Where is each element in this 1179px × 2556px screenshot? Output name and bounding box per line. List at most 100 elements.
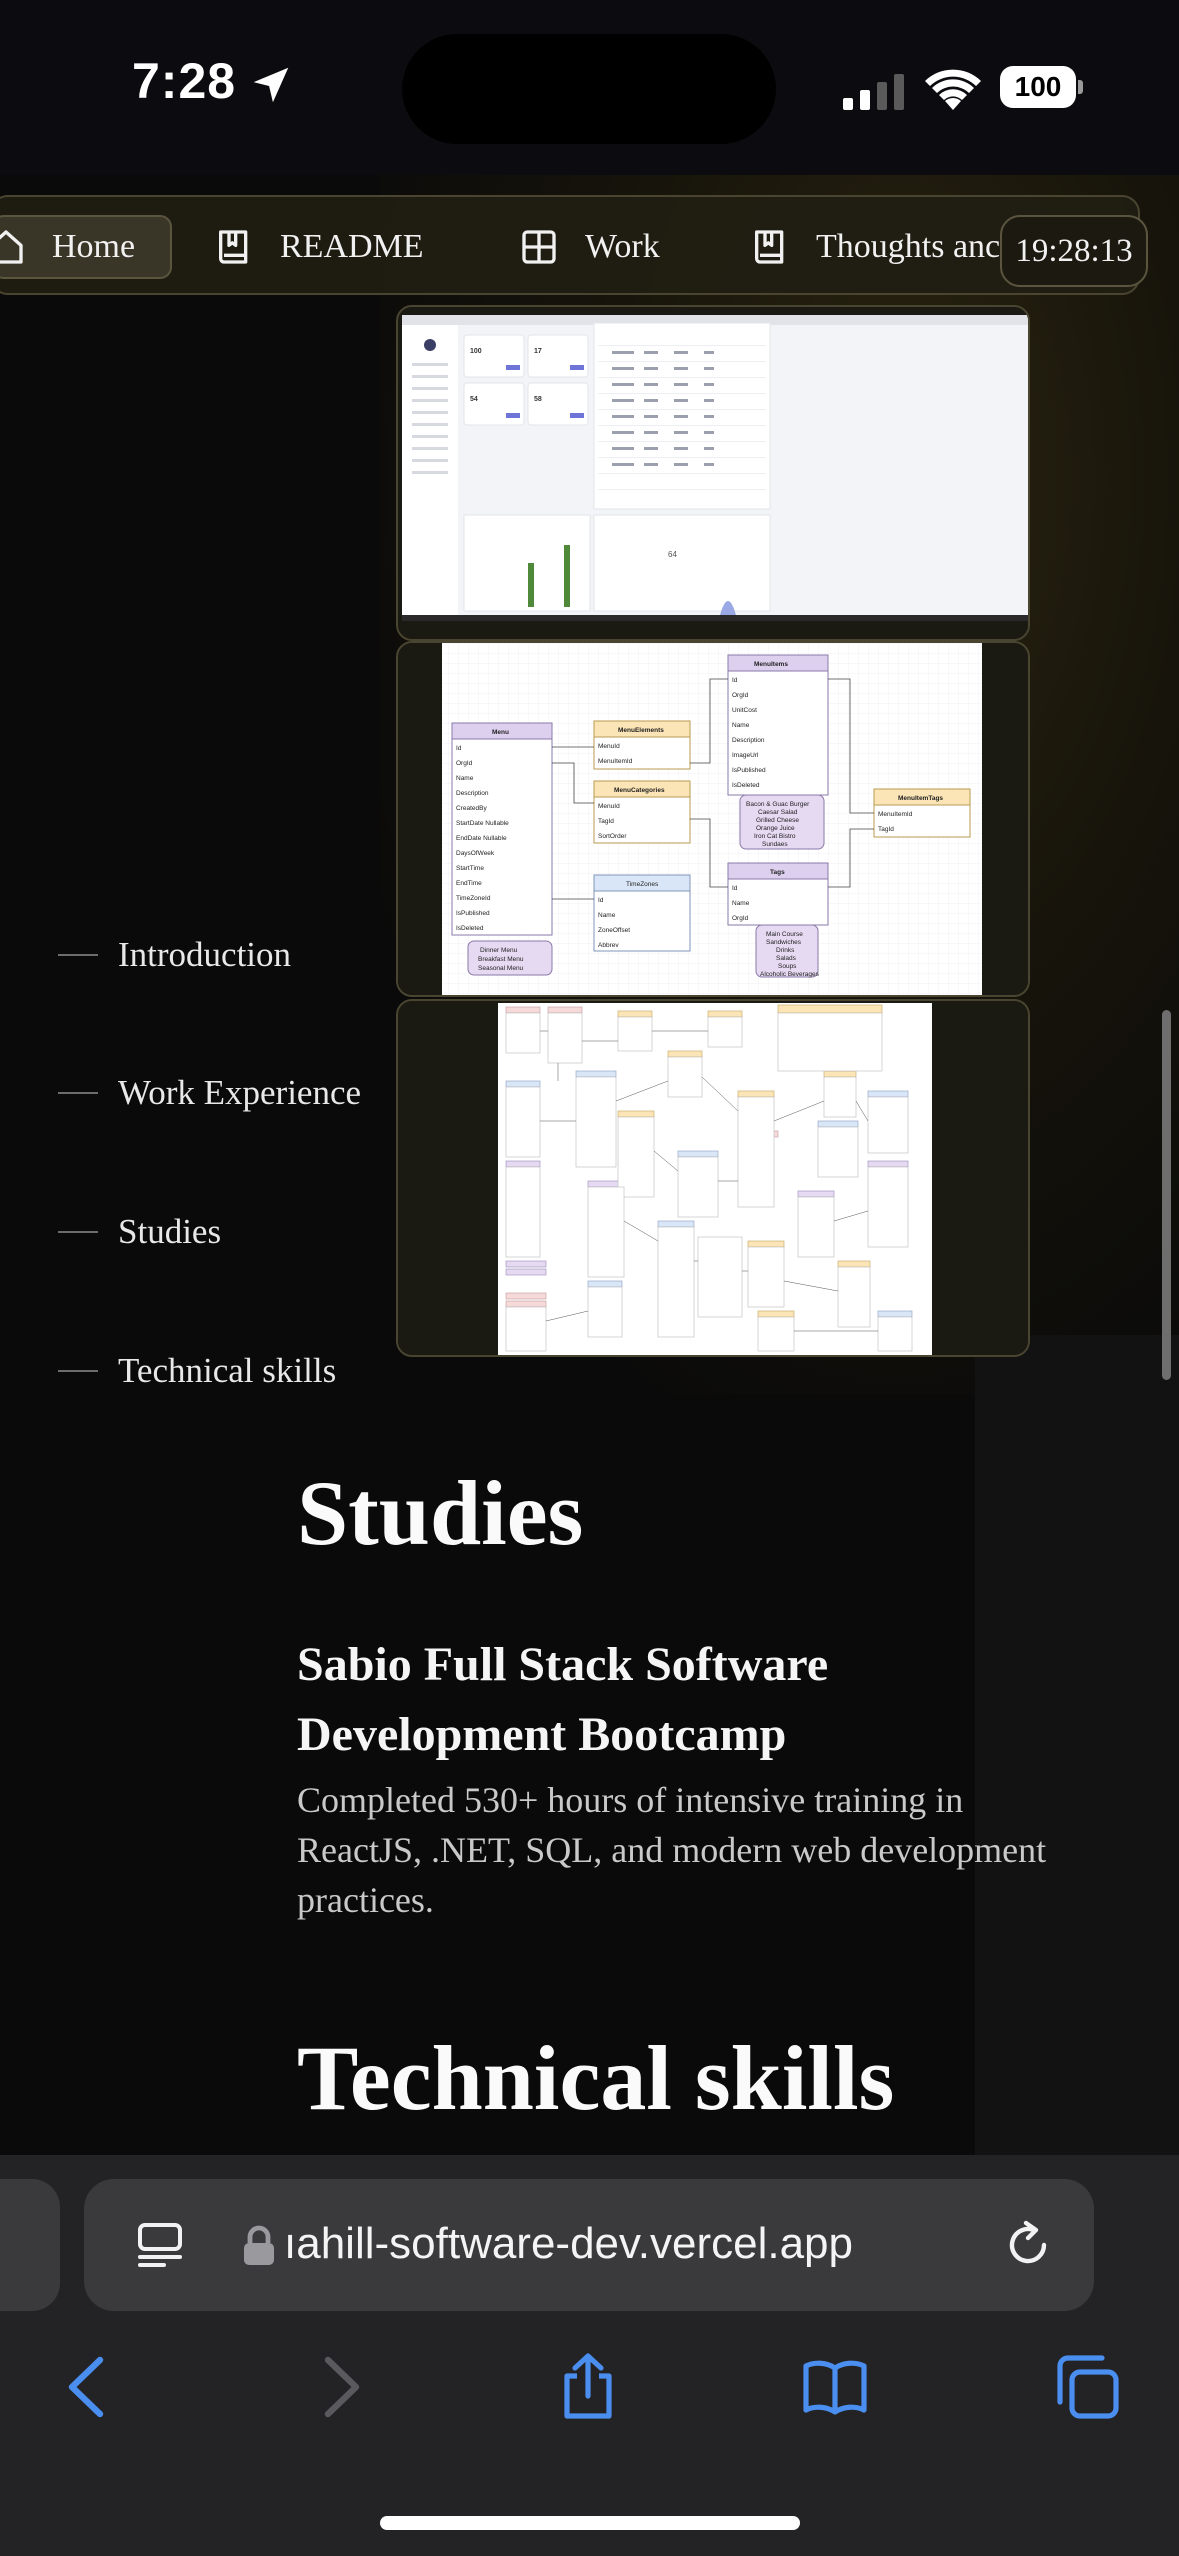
- book-icon: [755, 230, 784, 264]
- svg-text:Id: Id: [598, 897, 604, 904]
- web-page[interactable]: 100 17 54 58 64 Menu Id OrgId Name Descr…: [0, 175, 1179, 2155]
- erd-large-diagram-image: [398, 1001, 1028, 1355]
- nav-item-label: Home: [52, 228, 136, 265]
- svg-text:MenuItemId: MenuItemId: [598, 758, 633, 765]
- forward-arrow-icon[interactable]: [306, 2352, 376, 2422]
- home-indicator[interactable]: [380, 2516, 800, 2530]
- svg-text:UnitCost: UnitCost: [732, 707, 757, 714]
- svg-text:Breakfast Menu: Breakfast Menu: [478, 956, 524, 963]
- svg-text:StartDate Nullable: StartDate Nullable: [456, 820, 509, 827]
- erd-table-menuitemtags: MenuItemTags: [898, 795, 943, 802]
- nav-item-label: Thoughts anc: [816, 228, 1001, 265]
- status-bar: 7:28 100: [0, 0, 1179, 175]
- svg-text:TimeZoneId: TimeZoneId: [456, 895, 491, 902]
- project-screenshot-dashboard[interactable]: 100 17 54 58 64: [396, 305, 1030, 641]
- card-value-4: 58: [534, 396, 542, 403]
- svg-text:Abbrev: Abbrev: [598, 942, 619, 949]
- svg-text:Grilled Cheese: Grilled Cheese: [756, 817, 799, 824]
- nav-item-thoughts[interactable]: Thoughts anc: [750, 215, 1000, 279]
- card-value-1: 100: [470, 348, 482, 355]
- svg-text:DaysOfWeek: DaysOfWeek: [456, 850, 495, 857]
- dashboard-image: 100 17 54 58 64: [398, 307, 1028, 639]
- page-menu-icon[interactable]: [134, 2219, 186, 2271]
- svg-text:Name: Name: [732, 900, 750, 907]
- previous-tab-peek[interactable]: [0, 2179, 60, 2311]
- svg-text:IsPublished: IsPublished: [732, 767, 766, 774]
- toc-item-technical-skills[interactable]: Technical skills: [58, 1351, 336, 1391]
- toc-item-label: Introduction: [118, 935, 292, 974]
- study-entry-title: Sabio Full Stack Software Development Bo…: [297, 1638, 829, 1761]
- toc-item-studies[interactable]: Studies: [58, 1212, 221, 1252]
- nav-item-work[interactable]: Work: [519, 215, 660, 279]
- svg-text:TagId: TagId: [878, 826, 894, 833]
- toc-dash: [58, 1231, 98, 1233]
- erd-table-menuitems: MenuItems: [754, 661, 788, 668]
- toc-item-label: Technical skills: [118, 1351, 337, 1390]
- svg-text:OrgId: OrgId: [732, 692, 749, 699]
- battery-level: 100: [1000, 66, 1076, 108]
- nav-item-home[interactable]: Home: [0, 215, 172, 279]
- svg-text:Sandwiches: Sandwiches: [766, 939, 802, 946]
- svg-text:SortOrder: SortOrder: [598, 833, 627, 840]
- status-time: 7:28: [132, 53, 237, 109]
- svg-text:EndDate Nullable: EndDate Nullable: [456, 835, 507, 842]
- svg-text:Salads: Salads: [776, 955, 797, 962]
- toc-item-work-experience[interactable]: Work Experience: [58, 1073, 361, 1113]
- svg-text:Bacon & Guac Burger: Bacon & Guac Burger: [746, 801, 810, 808]
- svg-text:Id: Id: [732, 677, 738, 684]
- grid-icon: [522, 230, 556, 264]
- card-value-3: 54: [470, 396, 478, 403]
- erd-table-menu: Menu: [492, 729, 509, 736]
- toc-dash: [58, 1370, 98, 1372]
- nav-item-label: Work: [585, 228, 660, 265]
- svg-text:ImageUrl: ImageUrl: [732, 752, 759, 759]
- home-icon: [0, 230, 23, 264]
- study-entry-description: Completed 530+ hours of intensive traini…: [297, 1780, 1047, 1920]
- location-arrow-icon: [253, 67, 289, 103]
- background-panel: [975, 1335, 1179, 2155]
- erd-table-tags: Tags: [770, 869, 785, 876]
- svg-text:IsDeleted: IsDeleted: [732, 782, 760, 789]
- battery-cap: [1078, 80, 1083, 94]
- dynamic-island: [402, 34, 776, 144]
- panel-value: 64: [668, 550, 677, 559]
- erd-table-menuelements: MenuElements: [618, 727, 664, 734]
- nav-item-readme[interactable]: README: [214, 215, 424, 279]
- svg-text:ZoneOffset: ZoneOffset: [598, 927, 630, 934]
- svg-text:Dinner Menu: Dinner Menu: [480, 947, 518, 954]
- tabs-overview-icon[interactable]: [1052, 2352, 1122, 2422]
- address-bar[interactable]: ıahill-software-dev.vercel.app: [84, 2179, 1094, 2311]
- bookmarks-book-icon[interactable]: [800, 2352, 870, 2422]
- top-navigation: Home README Work Thoughts anc: [0, 195, 1140, 295]
- svg-text:Caesar Salad: Caesar Salad: [758, 809, 798, 816]
- svg-text:CreatedBy: CreatedBy: [456, 805, 487, 812]
- toc-item-introduction[interactable]: Introduction: [58, 935, 291, 975]
- erd-diagram-image: Menu Id OrgId Name Description CreatedBy Sta…: [398, 643, 1028, 995]
- card-value-2: 17: [534, 348, 542, 355]
- svg-text:Description: Description: [732, 737, 765, 744]
- nav-item-label: README: [280, 228, 424, 265]
- svg-text:Orange Juice: Orange Juice: [756, 825, 795, 832]
- reload-icon[interactable]: [1002, 2219, 1054, 2271]
- toc-item-label: Studies: [118, 1212, 222, 1251]
- project-screenshot-erd-menu[interactable]: Menu Id OrgId Name Description CreatedBy Sta…: [396, 641, 1030, 997]
- page-scrollbar[interactable]: [1162, 1010, 1171, 1380]
- svg-text:Name: Name: [456, 775, 474, 782]
- svg-text:StartTime: StartTime: [456, 865, 484, 872]
- back-arrow-icon[interactable]: [52, 2352, 122, 2422]
- section-heading-studies: Studies: [297, 1462, 584, 1564]
- cellular-signal-icon: [843, 74, 904, 110]
- erd-table-menucategories: MenuCategories: [614, 787, 665, 794]
- project-screenshot-erd-large[interactable]: [396, 999, 1030, 1357]
- erd-table-timezones: TimeZones: [626, 881, 659, 888]
- wifi-icon: [925, 69, 981, 110]
- svg-text:Id: Id: [456, 745, 462, 752]
- svg-text:Main Course: Main Course: [766, 931, 803, 938]
- share-icon[interactable]: [553, 2352, 623, 2422]
- url-text: ıahill-software-dev.vercel.app: [284, 2219, 853, 2268]
- lock-icon: [244, 2225, 274, 2265]
- svg-text:Name: Name: [598, 912, 616, 919]
- svg-text:EndTime: EndTime: [456, 880, 482, 887]
- svg-text:IsDeleted: IsDeleted: [456, 925, 484, 932]
- svg-text:Id: Id: [732, 885, 738, 892]
